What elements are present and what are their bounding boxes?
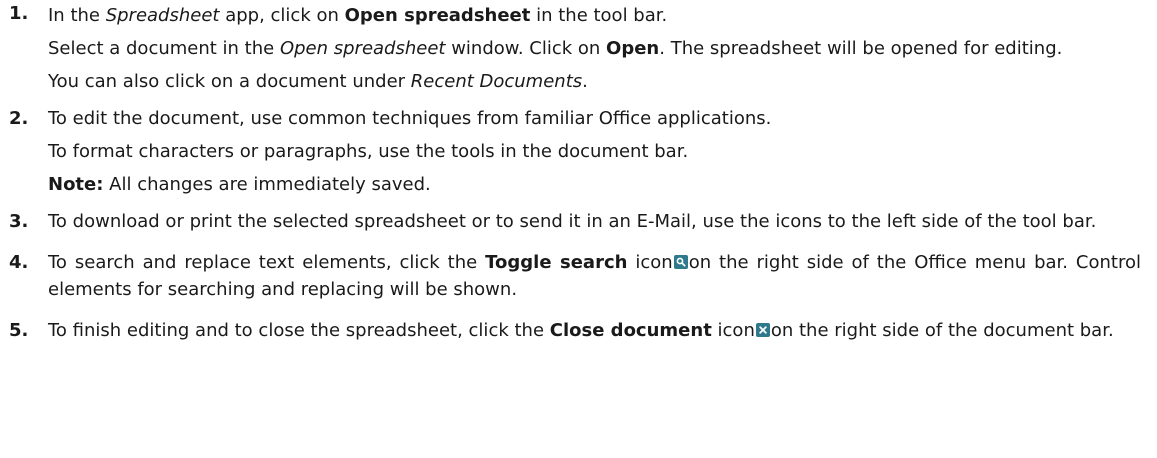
step-number: 1. — [9, 3, 29, 24]
text-segment: To search and replace text elements, cli… — [48, 252, 486, 273]
note-text: All changes are immediately saved. — [103, 174, 431, 195]
step-4: 4. To search and replace text elements, … — [0, 249, 1157, 303]
step-number: 4. — [9, 252, 29, 273]
text-segment: You can also click on a document under — [48, 71, 411, 92]
open-label: Open — [606, 38, 660, 59]
text-segment: In the — [48, 5, 106, 26]
step-number: 5. — [9, 320, 29, 341]
note: Note: All changes are immediately saved. — [48, 171, 1141, 198]
search-icon — [673, 255, 688, 269]
step-1: 1. In the Spreadsheet app, click on Open… — [0, 0, 1157, 95]
step-1-line-1: In the Spreadsheet app, click on Open sp… — [48, 2, 1141, 29]
step-1-line-2: Select a document in the Open spreadshee… — [48, 35, 1141, 62]
toggle-search-label: Toggle search — [485, 252, 628, 273]
app-name: Spreadsheet — [105, 5, 220, 26]
text-segment: window. Click on — [445, 38, 607, 59]
text-segment: on the right side of the document bar. — [770, 320, 1114, 341]
step-1-line-3: You can also click on a document under R… — [48, 68, 1141, 95]
note-label: Note: — [48, 174, 104, 195]
step-2: 2. To edit the document, use common tech… — [0, 105, 1157, 198]
step-4-line-1: To search and replace text elements, cli… — [48, 249, 1141, 303]
text-segment: in the tool bar. — [530, 5, 668, 26]
step-5: 5. To finish editing and to close the sp… — [0, 317, 1157, 344]
open-spreadsheet-label: Open spreadsheet — [344, 5, 531, 26]
text-segment: icon — [627, 252, 673, 273]
text-segment: To finish editing and to close the sprea… — [48, 320, 550, 341]
text-segment: app, click on — [219, 5, 345, 26]
text-segment: . The spreadsheet will be opened for edi… — [659, 38, 1063, 59]
close-icon — [755, 323, 770, 337]
step-3-line-1: To download or print the selected spread… — [48, 211, 1097, 232]
step-2-line-1: To edit the document, use common techniq… — [48, 108, 772, 129]
instruction-steps: 1. In the Spreadsheet app, click on Open… — [0, 0, 1157, 344]
text-segment: . — [582, 71, 588, 92]
close-document-label: Close document — [549, 320, 712, 341]
recent-documents-label: Recent Documents — [410, 71, 583, 92]
step-3: 3. To download or print the selected spr… — [0, 208, 1157, 235]
step-number: 2. — [9, 108, 29, 129]
step-number: 3. — [9, 211, 29, 232]
step-5-line-1: To finish editing and to close the sprea… — [48, 317, 1141, 344]
window-name: Open spreadsheet — [279, 38, 446, 59]
text-segment: icon — [711, 320, 755, 341]
text-segment: Select a document in the — [48, 38, 280, 59]
step-2-line-2: To format characters or paragraphs, use … — [48, 141, 689, 162]
